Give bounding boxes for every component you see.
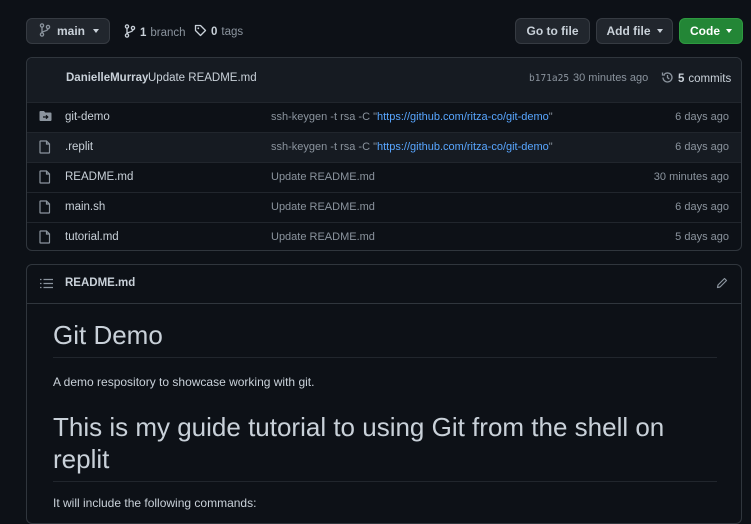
caret-down-icon [726, 29, 732, 33]
file-icon [39, 230, 51, 247]
tags-link[interactable]: 0 tags [194, 24, 243, 40]
commit-sha[interactable]: b171a25 [529, 73, 569, 84]
file-name[interactable]: README.md [65, 171, 133, 183]
git-branch-icon [124, 24, 136, 41]
readme-header: README.md [27, 265, 741, 304]
folder-submodule-icon [39, 110, 52, 125]
readme-panel: README.md Git Demo A demo respository to… [26, 264, 742, 524]
file-age: 6 days ago [675, 111, 729, 123]
readme-heading-line-1: This is my guide tutorial to using Git f… [53, 412, 665, 442]
history-icon [661, 71, 674, 87]
file-age: 6 days ago [675, 201, 729, 213]
commit-author[interactable]: DanielleMurray [66, 72, 148, 84]
file-row[interactable]: main.sh Update README.md 6 days ago [27, 192, 741, 222]
commit-message-link[interactable]: https://github.com/ritza-co/git-demo [377, 111, 549, 123]
heading-divider [53, 481, 717, 482]
commit-message-suffix: " [548, 141, 553, 153]
branch-label: branch [150, 26, 186, 39]
add-file-label: Add file [606, 24, 651, 38]
file-row[interactable]: .replit ssh-keygen -t rsa -C "https://git… [27, 132, 741, 162]
file-icon [39, 170, 51, 187]
commit-message-suffix: " [548, 111, 553, 123]
tag-label: tags [221, 26, 244, 38]
title-divider [53, 357, 717, 358]
latest-commit-bar: DanielleMurray Update README.md b171a25 … [27, 58, 741, 103]
code-label: Code [690, 24, 720, 38]
file-row[interactable]: README.md Update README.md 30 minutes ago [27, 162, 741, 192]
commit-count: 5 [678, 73, 685, 85]
add-file-button[interactable]: Add file [596, 18, 673, 44]
readme-cut-text: It will include the following commands: [53, 496, 257, 510]
branches-link[interactable]: 1 branch [124, 24, 186, 41]
caret-down-icon [93, 29, 100, 33]
file-row[interactable]: tutorial.md Update README.md 5 days ago [27, 222, 741, 250]
commit-message-text: Update README.md [271, 201, 375, 213]
git-branch-icon [39, 22, 51, 40]
pencil-icon[interactable] [716, 277, 728, 292]
commits-label: commits [688, 73, 732, 85]
go-to-file-button[interactable]: Go to file [515, 18, 590, 44]
file-age: 6 days ago [675, 141, 729, 153]
file-icon [39, 140, 51, 157]
readme-heading-line-2: replit [53, 444, 110, 474]
branch-selector-button[interactable]: main [26, 18, 110, 44]
file-commit-message[interactable]: Update README.md [271, 201, 375, 213]
file-name[interactable]: git-demo [65, 111, 110, 123]
commit-message-link[interactable]: https://github.com/ritza-co/git-demo [377, 141, 549, 153]
readme-description: A demo respository to showcase working w… [53, 375, 315, 389]
tag-icon [194, 24, 207, 40]
file-name[interactable]: tutorial.md [65, 231, 119, 243]
file-age: 30 minutes ago [653, 171, 729, 183]
file-age: 5 days ago [675, 231, 729, 243]
commit-message-text: ssh-keygen -t rsa -C " [271, 141, 377, 153]
branch-count: 1 [140, 26, 147, 39]
file-name[interactable]: main.sh [65, 201, 105, 213]
file-row[interactable]: git-demo ssh-keygen -t rsa -C "https://gi… [27, 102, 741, 132]
commit-message-text: ssh-keygen -t rsa -C " [271, 111, 377, 123]
go-to-file-label: Go to file [526, 24, 579, 38]
commit-message-text: Update README.md [271, 171, 375, 183]
commits-link[interactable]: 5 commits [661, 71, 731, 87]
commit-message-text: Update README.md [271, 231, 375, 243]
file-name[interactable]: .replit [65, 141, 93, 153]
commit-message[interactable]: Update README.md [148, 72, 257, 84]
tag-count: 0 [211, 26, 218, 38]
code-button[interactable]: Code [679, 18, 743, 44]
readme-title: Git Demo [53, 320, 163, 350]
file-commit-message[interactable]: Update README.md [271, 231, 375, 243]
file-browser: DanielleMurray Update README.md b171a25 … [26, 57, 742, 251]
commit-time: 30 minutes ago [573, 72, 649, 84]
file-icon [39, 200, 51, 217]
caret-down-icon [656, 29, 663, 33]
branch-name: main [57, 24, 86, 38]
file-commit-message[interactable]: ssh-keygen -t rsa -C "https://github.com… [271, 141, 553, 153]
file-commit-message[interactable]: Update README.md [271, 171, 375, 183]
readme-filename: README.md [65, 277, 136, 289]
list-unordered-icon[interactable] [40, 278, 53, 292]
file-commit-message[interactable]: ssh-keygen -t rsa -C "https://github.com… [271, 111, 553, 123]
